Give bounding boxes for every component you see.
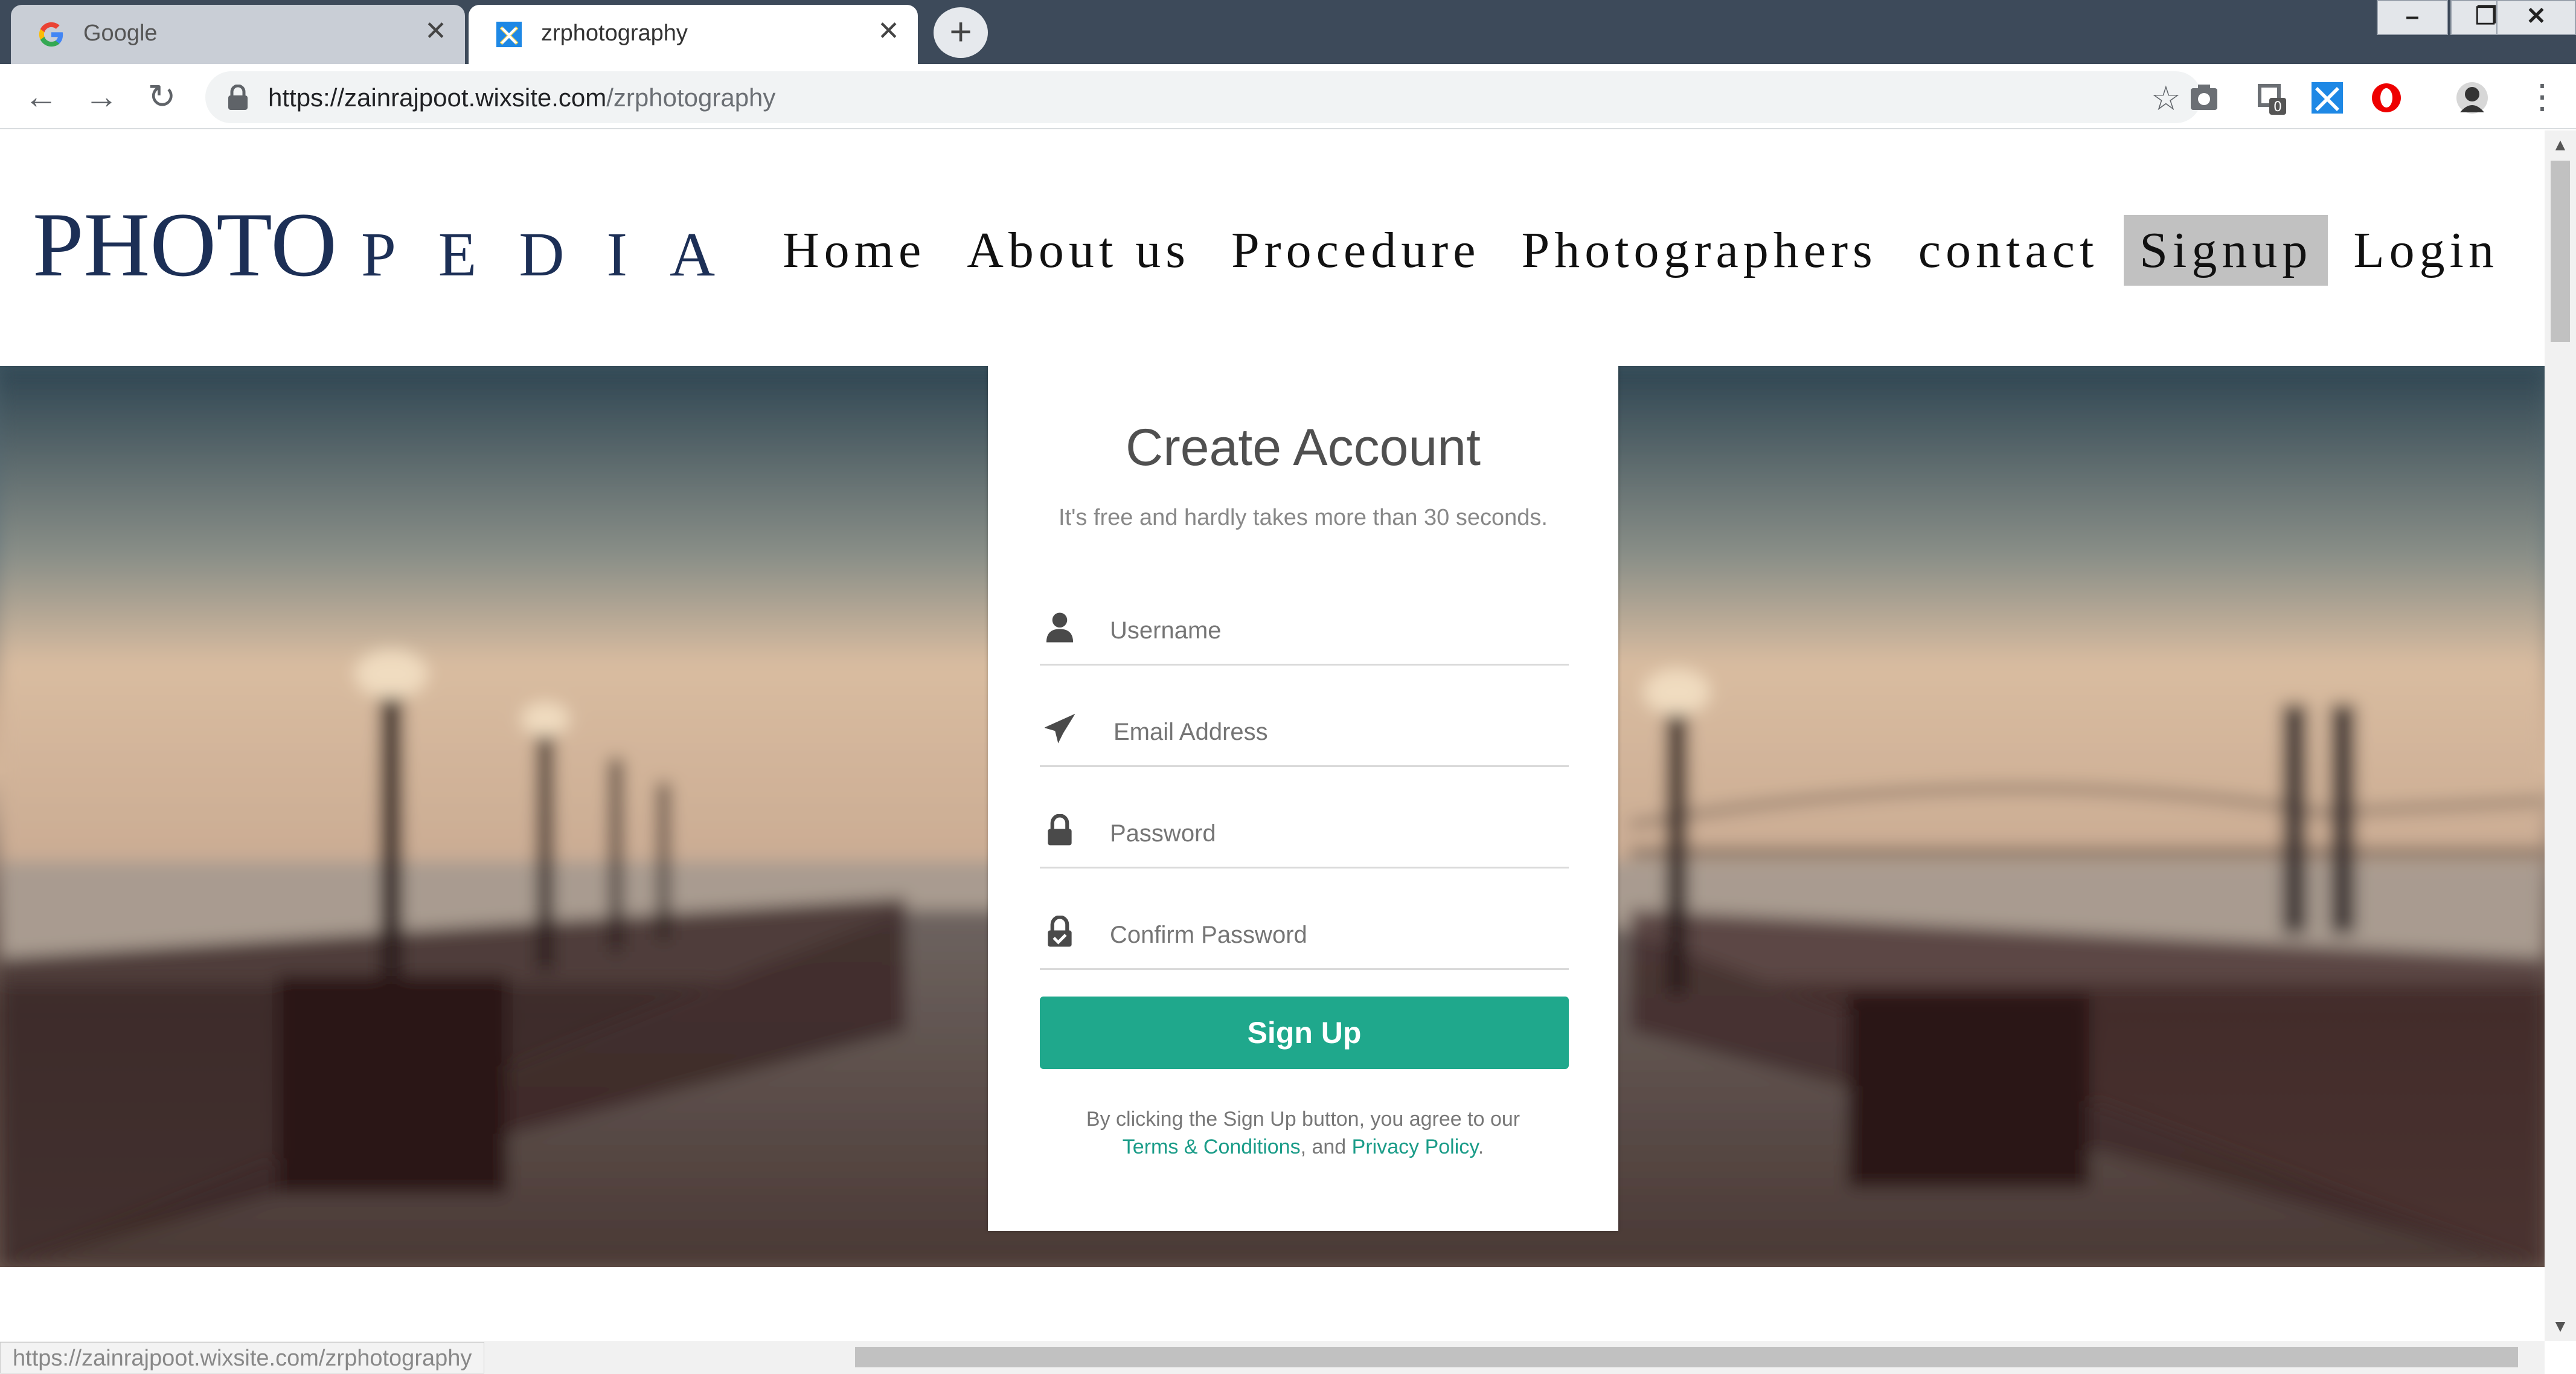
signup-button[interactable]: Sign Up: [1040, 997, 1569, 1069]
legal-prefix: By clicking the Sign Up button, you agre…: [1086, 1108, 1520, 1131]
profile-avatar[interactable]: [2455, 81, 2489, 115]
tab-close-icon[interactable]: ✕: [425, 18, 447, 45]
privacy-link[interactable]: Privacy Policy: [1352, 1135, 1478, 1158]
scrollbar-thumb[interactable]: [855, 1347, 2518, 1367]
paper-plane-icon: [1045, 714, 1075, 743]
puzzle-extension-icon[interactable]: 0: [2252, 81, 2286, 115]
tab-title: zrphotography: [541, 21, 688, 46]
google-g-icon: [39, 22, 63, 47]
page-viewport: PHOTO PEDIA Home About us Procedure Photo…: [0, 130, 2545, 1341]
username-field[interactable]: [1040, 593, 1569, 666]
nav-signup[interactable]: Signup: [2124, 215, 2328, 286]
close-window-icon[interactable]: ✕: [2496, 0, 2576, 35]
extension-badge: 0: [2273, 100, 2282, 115]
confirm-password-field[interactable]: [1040, 897, 1569, 970]
nav-contact[interactable]: contact: [1903, 215, 2115, 286]
new-tab-button[interactable]: +: [934, 7, 988, 58]
form-subtitle: It's free and hardly takes more than 30 …: [1059, 505, 1548, 530]
browser-window: Google ✕ zrphotography ✕ + – ❐ ✕ ← → ↻ h…: [0, 0, 2576, 1374]
lock-check-icon: [1048, 916, 1072, 947]
form-title: Create Account: [1125, 419, 1481, 477]
terms-link[interactable]: Terms & Conditions: [1123, 1135, 1301, 1158]
scrollbar-thumb[interactable]: [2551, 161, 2570, 342]
url-path: /zrphotography: [606, 83, 776, 112]
site-logo[interactable]: PHOTO PEDIA: [33, 192, 757, 297]
url-text: https://zainrajpoot.wixsite.com/zrphotog…: [268, 83, 775, 112]
lock-icon: [228, 85, 248, 110]
email-field[interactable]: [1040, 695, 1569, 767]
password-field[interactable]: [1040, 796, 1569, 868]
site-nav: Home About us Procedure Photographers co…: [757, 215, 2514, 286]
camera-extension-icon[interactable]: [2187, 81, 2221, 115]
legal-suffix: .: [1478, 1135, 1484, 1158]
tab-google[interactable]: Google ✕: [11, 5, 465, 64]
wix-extension-icon[interactable]: [2310, 81, 2344, 115]
status-bar-url: https://zainrajpoot.wixsite.com/zrphotog…: [0, 1342, 485, 1373]
opera-extension-icon[interactable]: [2369, 81, 2403, 115]
menu-kebab-icon[interactable]: ⋮: [2523, 77, 2562, 116]
confirm-password-input[interactable]: [1110, 922, 1557, 949]
tab-close-icon[interactable]: ✕: [877, 18, 900, 45]
logo-sub: PEDIA: [360, 220, 758, 289]
forward-icon[interactable]: →: [82, 77, 121, 116]
back-icon[interactable]: ←: [22, 77, 60, 116]
logo-main: PHOTO: [33, 194, 337, 295]
nav-login[interactable]: Login: [2337, 215, 2514, 286]
scroll-down-icon[interactable]: ▼: [2545, 1317, 2576, 1336]
vertical-scrollbar[interactable]: ▲ ▼: [2545, 130, 2576, 1341]
nav-about-us[interactable]: About us: [951, 215, 1206, 286]
wix-x-icon: [496, 21, 522, 48]
nav-photographers[interactable]: Photographers: [1505, 215, 1892, 286]
minimize-icon[interactable]: –: [2377, 0, 2448, 35]
nav-procedure[interactable]: Procedure: [1216, 215, 1496, 286]
bookmark-star-icon[interactable]: ☆: [2151, 79, 2181, 118]
reload-icon[interactable]: ↻: [143, 77, 181, 116]
hero-background: Create Account It's free and hardly take…: [0, 366, 2545, 1267]
email-input[interactable]: [1113, 719, 1560, 746]
scroll-up-icon[interactable]: ▲: [2545, 135, 2576, 155]
username-input[interactable]: [1110, 617, 1557, 644]
signup-card: Create Account It's free and hardly take…: [988, 366, 1618, 1231]
lock-icon: [1048, 814, 1072, 846]
tab-zrphotography[interactable]: zrphotography ✕: [469, 5, 918, 64]
user-icon: [1046, 612, 1074, 643]
tab-strip: Google ✕ zrphotography ✕ + – ❐ ✕: [0, 0, 2576, 64]
legal-and: , and: [1300, 1135, 1352, 1158]
nav-home[interactable]: Home: [767, 215, 941, 286]
tab-title: Google: [83, 21, 158, 46]
legal-text: By clicking the Sign Up button, you agre…: [988, 1105, 1618, 1161]
address-bar[interactable]: https://zainrajpoot.wixsite.com/zrphotog…: [205, 71, 2202, 123]
url-host: https://zainrajpoot.wixsite.com: [268, 83, 607, 112]
password-input[interactable]: [1110, 820, 1557, 847]
browser-toolbar: ← → ↻ https://zainrajpoot.wixsite.com/zr…: [0, 64, 2576, 129]
